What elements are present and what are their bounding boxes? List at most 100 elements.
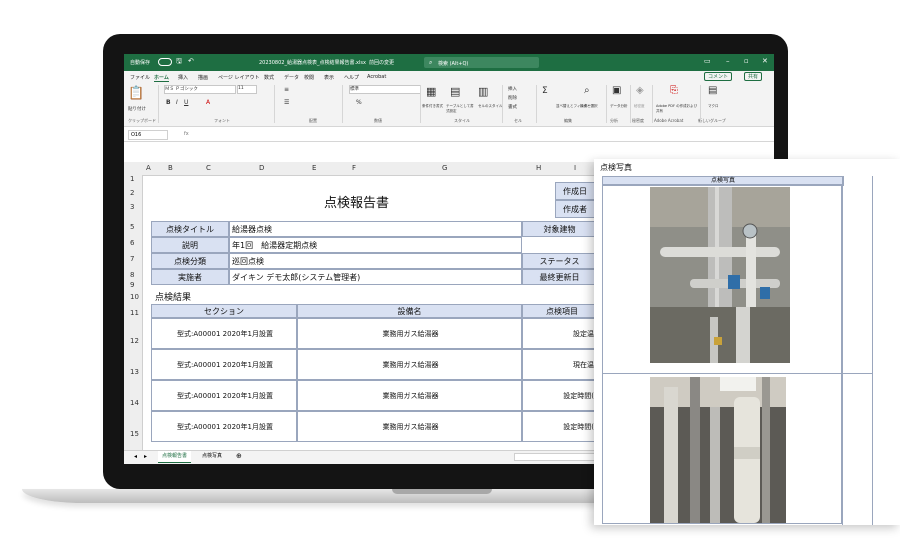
results-row-item[interactable]: 設定時間(終	[522, 411, 602, 442]
font-size-select[interactable]: 11	[237, 85, 257, 94]
pdf-label[interactable]: Adobe PDF の作成および共有	[656, 104, 700, 114]
results-row-equipment[interactable]: 業務用ガス給湯器	[297, 349, 522, 380]
row-header[interactable]: 3	[130, 203, 134, 211]
font-name-select[interactable]: ＭＳ Ｐゴシック	[164, 85, 236, 94]
menu-view[interactable]: 表示	[324, 74, 334, 81]
underline-button[interactable]: U	[184, 99, 188, 106]
paste-icon[interactable]: 📋	[128, 86, 144, 101]
results-row-section[interactable]: 型式:A00001 2020年1月設置	[151, 349, 297, 380]
name-box[interactable]: O16	[128, 130, 168, 140]
font-color-icon[interactable]: A	[206, 99, 210, 106]
table-format-label[interactable]: テーブルとして書式設定	[446, 104, 476, 114]
align-left-icon[interactable]: ☰	[284, 99, 289, 106]
pdf-icon[interactable]: ⎘	[670, 85, 678, 96]
col-header-f[interactable]: F	[352, 164, 356, 172]
results-row-equipment[interactable]: 業務用ガス給湯器	[297, 411, 522, 442]
menu-formulas[interactable]: 数式	[264, 74, 274, 81]
save-icon[interactable]: 🖫	[176, 57, 182, 68]
col-header-i[interactable]: I	[574, 164, 576, 172]
find-select-label[interactable]: 検索と選択	[580, 104, 598, 109]
fx-label[interactable]: fx	[184, 131, 189, 137]
inspection-photo-1[interactable]	[650, 187, 790, 363]
data-analysis-label[interactable]: データ分析	[610, 104, 628, 109]
field-value[interactable]: 年1回 給湯器定期点検	[229, 237, 522, 253]
data-analysis-icon[interactable]: ▣	[612, 85, 621, 96]
italic-button[interactable]: I	[176, 99, 178, 106]
ribbon-display-icon[interactable]: ▭	[704, 57, 711, 65]
share-button[interactable]: 共有	[744, 72, 763, 81]
number-format-select[interactable]: 標準	[349, 85, 421, 94]
inspection-photo-2[interactable]	[650, 377, 786, 523]
delete-cells[interactable]: 削除	[508, 95, 517, 101]
results-row-section[interactable]: 型式:A00001 2020年1月設置	[151, 411, 297, 442]
results-row-item[interactable]: 設定時間(開	[522, 380, 602, 411]
saved-state[interactable]: 前回の変更	[369, 59, 394, 66]
close-icon[interactable]: ✕	[762, 57, 768, 65]
results-row-equipment[interactable]: 業務用ガス給湯器	[297, 318, 522, 349]
row-header[interactable]: 2	[130, 189, 134, 197]
cell-style-label[interactable]: セルのスタイル	[478, 104, 503, 109]
horizontal-scrollbar[interactable]	[514, 453, 596, 461]
menu-draw[interactable]: 描画	[198, 74, 208, 81]
col-header-g[interactable]: G	[442, 164, 447, 172]
results-row-item[interactable]: 設定温度	[522, 318, 602, 349]
undo-icon[interactable]: ↶	[188, 57, 194, 65]
sensitivity-label[interactable]: 秘密度	[634, 104, 645, 109]
field-value[interactable]: ダイキン デモ太郎(システム管理者)	[229, 269, 522, 285]
search-box[interactable]: ⌕ 検索 (Alt+Q)	[424, 57, 539, 68]
row-header[interactable]: 7	[130, 255, 134, 263]
find-icon[interactable]: ⌕	[584, 85, 590, 96]
conditional-format-label[interactable]: 条件付き書式	[422, 104, 443, 109]
tab-inspection-photos[interactable]: 点検写真	[198, 451, 226, 462]
results-row-item[interactable]: 現在温度	[522, 349, 602, 380]
insert-cells[interactable]: 挿入	[508, 86, 517, 92]
field-value[interactable]: 巡回点検	[229, 253, 522, 269]
table-format-icon[interactable]: ▤	[450, 85, 460, 98]
row-header[interactable]: 13	[130, 368, 139, 376]
maximize-icon[interactable]: ▫	[744, 57, 749, 65]
add-sheet-icon[interactable]: ⊕	[232, 451, 246, 462]
results-row-equipment[interactable]: 業務用ガス給湯器	[297, 380, 522, 411]
col-header-e[interactable]: E	[312, 164, 316, 172]
align-top-icon[interactable]: ≡	[284, 86, 289, 93]
field-value[interactable]: 給湯器点検	[229, 221, 522, 237]
paste-label[interactable]: 貼り付け	[128, 106, 146, 112]
tab-scroll-right-icon[interactable]: ▸	[140, 451, 151, 462]
format-cells[interactable]: 書式	[508, 104, 517, 110]
col-header-c[interactable]: C	[206, 164, 211, 172]
col-header-b[interactable]: B	[168, 164, 173, 172]
col-header-a[interactable]: A	[146, 164, 151, 172]
results-row-section[interactable]: 型式:A00001 2020年1月設置	[151, 318, 297, 349]
row-header[interactable]: 10	[130, 293, 139, 301]
col-header-h[interactable]: H	[536, 164, 541, 172]
row-header[interactable]: 12	[130, 337, 139, 345]
menu-acrobat[interactable]: Acrobat	[367, 74, 386, 80]
conditional-format-icon[interactable]: ▦	[426, 85, 436, 98]
row-header[interactable]: 5	[130, 223, 134, 231]
comment-button[interactable]: コメント	[704, 72, 733, 81]
menu-home[interactable]: ホーム	[154, 74, 169, 82]
cell-style-icon[interactable]: ▥	[478, 85, 488, 98]
bold-button[interactable]: B	[166, 99, 171, 106]
minimize-icon[interactable]: –	[726, 57, 730, 65]
menu-review[interactable]: 校閲	[304, 74, 314, 81]
macro-icon[interactable]: ▤	[708, 85, 717, 96]
macro-label[interactable]: マクロ	[708, 104, 719, 109]
menu-data[interactable]: データ	[284, 74, 299, 81]
menu-insert[interactable]: 挿入	[178, 74, 188, 81]
autosave-label[interactable]: 自動保存	[130, 59, 150, 66]
row-header[interactable]: 15	[130, 430, 139, 438]
autosave-toggle[interactable]	[158, 58, 172, 66]
sensitivity-icon[interactable]: ◈	[636, 85, 644, 96]
menu-page-layout[interactable]: ページ レイアウト	[218, 74, 260, 81]
row-header[interactable]: 14	[130, 399, 139, 407]
tab-inspection-report[interactable]: 点検報告書	[158, 451, 192, 463]
row-header[interactable]: 8	[130, 271, 134, 279]
row-header[interactable]: 11	[130, 309, 139, 317]
row-header[interactable]: 6	[130, 239, 134, 247]
percent-icon[interactable]: %	[356, 99, 362, 106]
col-header-d[interactable]: D	[259, 164, 264, 172]
menu-file[interactable]: ファイル	[130, 74, 150, 81]
sum-icon[interactable]: Σ	[542, 86, 548, 96]
row-header[interactable]: 9	[130, 281, 134, 289]
